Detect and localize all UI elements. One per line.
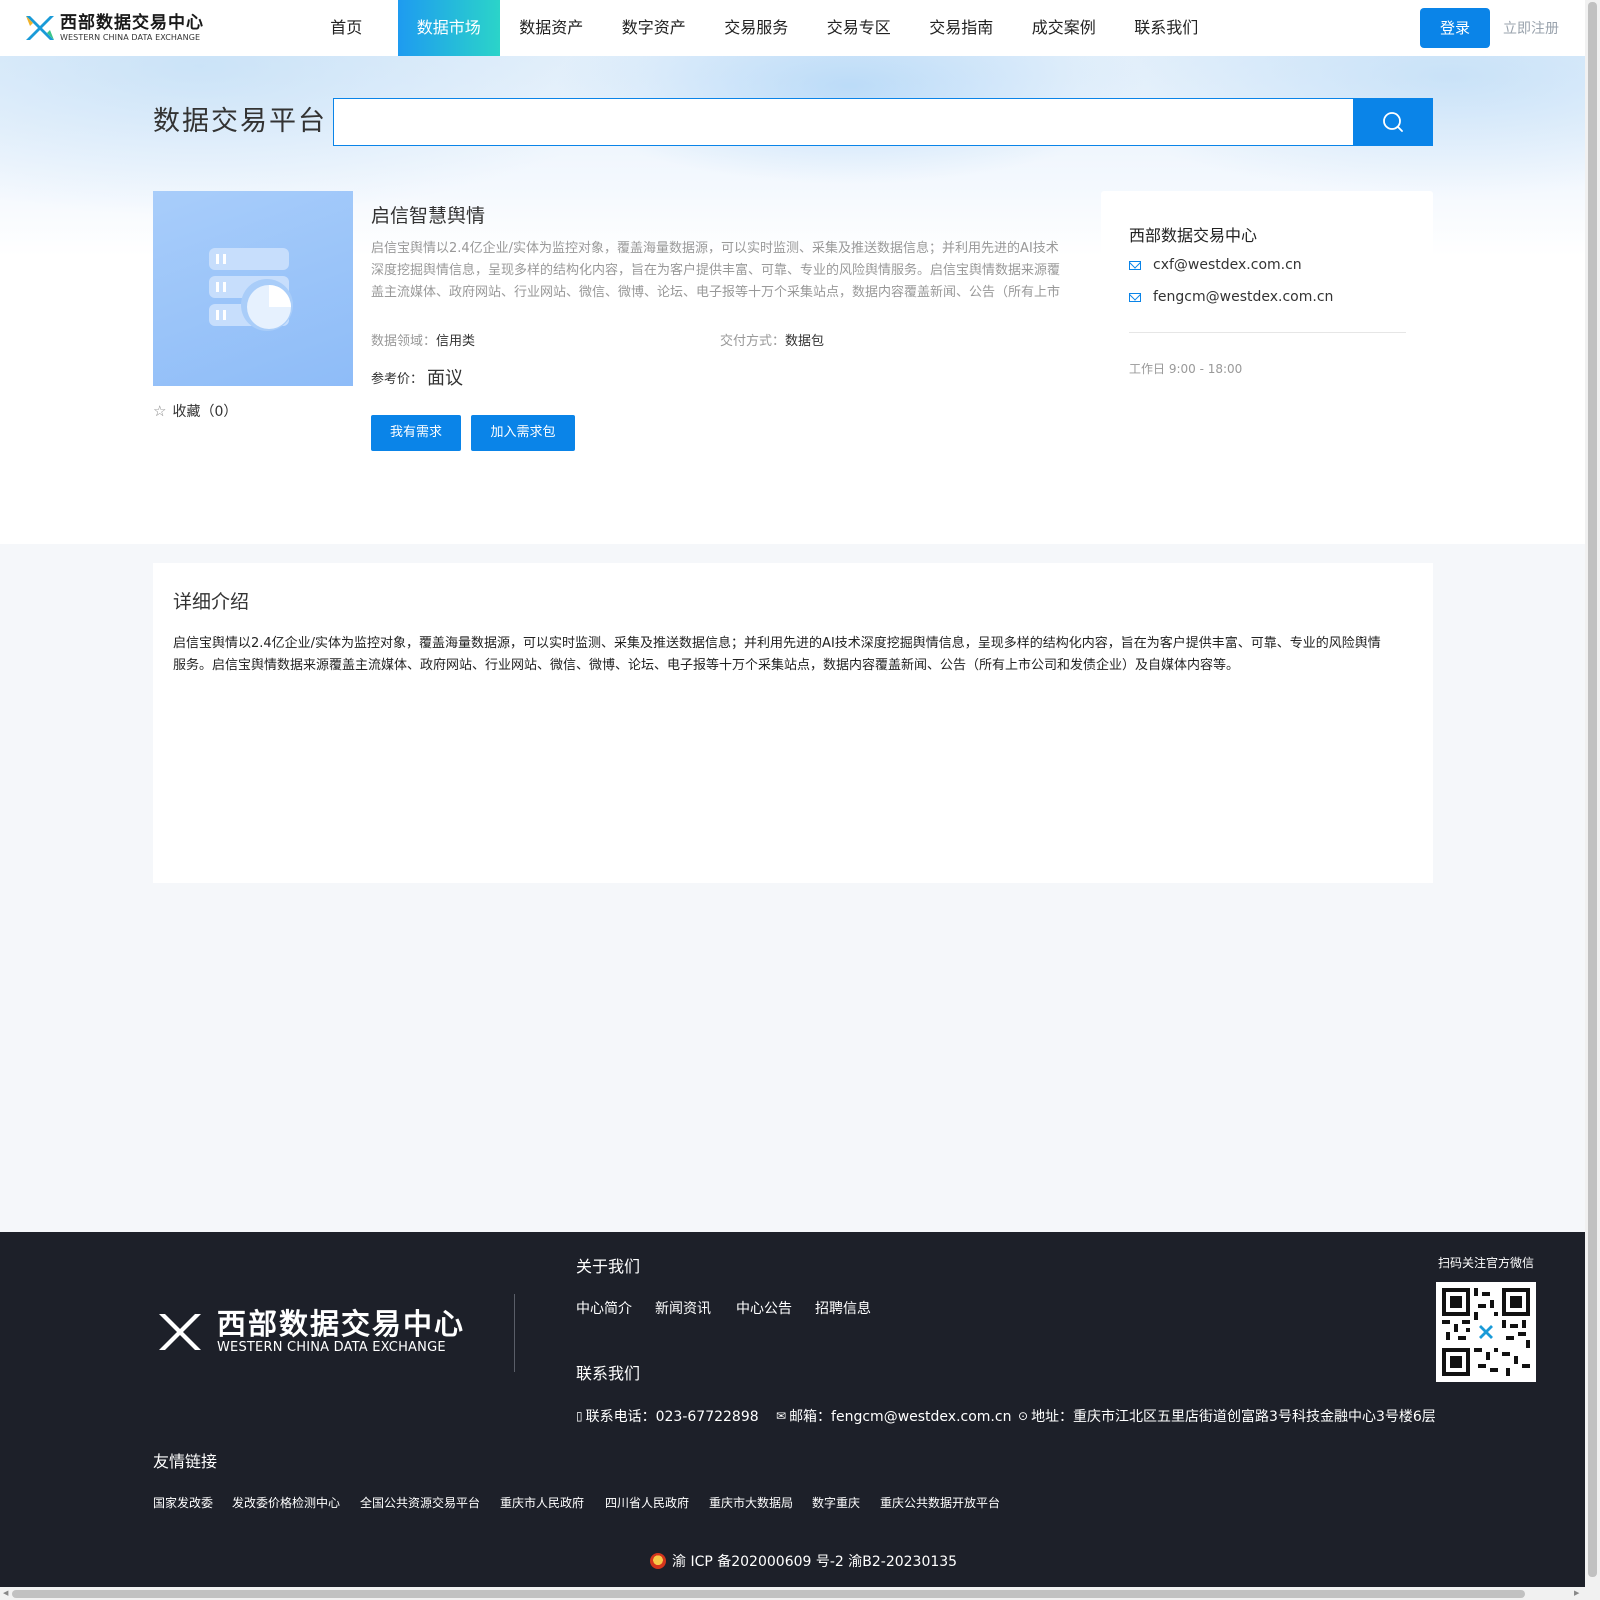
search-icon [1383, 112, 1403, 132]
friend-link-sichuan-gov[interactable]: 四川省人民政府 [605, 1494, 689, 1511]
main-nav: 首页 数据市场 数据资产 数字资产 交易服务 交易专区 交易指南 成交案例 联系… [295, 0, 1218, 56]
icp-text: 渝 ICP 备202000609 号-2 渝B2-20230135 [672, 1554, 958, 1570]
friend-link-chongqing-gov[interactable]: 重庆市人民政府 [500, 1494, 584, 1511]
detail-body: 启信宝舆情以2.4亿企业/实体为监控对象，覆盖海量数据源，可以实时监测、采集及推… [173, 636, 1381, 673]
nav-trade-zone[interactable]: 交易专区 [808, 0, 911, 56]
delivery-method: 交付方式：数据包 [720, 330, 824, 349]
nav-data-assets[interactable]: 数据资产 [500, 0, 603, 56]
footer-address-text: 地址：重庆市江北区五里店街道创富路3号科技金融中心3号楼6层 [1031, 1409, 1436, 1425]
demand-button[interactable]: 我有需求 [371, 415, 461, 451]
friend-link-price-monitor[interactable]: 发改委价格检测中心 [232, 1494, 340, 1511]
product-title: 启信智慧舆情 [371, 205, 486, 227]
nav-cases[interactable]: 成交案例 [1013, 0, 1116, 56]
mail-icon: ✉ [776, 1409, 787, 1423]
product-description: 启信宝舆情以2.4亿企业/实体为监控对象，覆盖海量数据源，可以实时监测、采集及推… [371, 241, 1061, 300]
about-heading: 关于我们 [576, 1257, 641, 1276]
price-value: 面议 [427, 368, 463, 389]
star-icon: ☆ [153, 402, 167, 420]
contact-card: 西部数据交易中心 cxf@westdex.com.cn fengcm@westd… [1101, 191, 1433, 438]
police-badge-icon [650, 1553, 666, 1569]
footer-link-notices[interactable]: 中心公告 [736, 1298, 792, 1318]
data-domain-label: 数据领域： [371, 334, 437, 349]
friend-link-digital-chongqing[interactable]: 数字重庆 [812, 1494, 860, 1511]
detail-title: 详细介绍 [173, 591, 250, 613]
icp-record[interactable]: 渝 ICP 备202000609 号-2 渝B2-20230135 [650, 1551, 957, 1571]
add-demand-package-button[interactable]: 加入需求包 [471, 415, 575, 451]
footer-link-news[interactable]: 新闻资讯 [655, 1298, 711, 1318]
footer-address: ⊙ 地址：重庆市江北区五里店街道创富路3号科技金融中心3号楼6层 [1018, 1406, 1436, 1426]
footer-logo: 西部数据交易中心 WESTERN CHINA DATA EXCHANGE [153, 1308, 465, 1356]
logo-mark-icon [159, 1314, 201, 1350]
search-button[interactable] [1353, 98, 1433, 146]
logo-mark-icon [26, 16, 54, 40]
favorite-label: 收藏（0） [172, 404, 238, 420]
qr-label: 扫码关注官方微信 [1438, 1256, 1535, 1270]
friend-link-public-resource[interactable]: 全国公共资源交易平台 [360, 1494, 480, 1511]
price-label: 参考价： [371, 372, 424, 387]
footer-link-intro[interactable]: 中心简介 [576, 1298, 632, 1318]
footer: 西部数据交易中心 WESTERN CHINA DATA EXCHANGE 关于我… [0, 1232, 1585, 1587]
detail-section: 详细介绍 启信宝舆情以2.4亿企业/实体为监控对象，覆盖海量数据源，可以实时监测… [153, 563, 1433, 883]
friend-links-heading: 友情链接 [153, 1452, 218, 1471]
friend-link-open-data[interactable]: 重庆公共数据开放平台 [880, 1494, 1000, 1511]
logo-text-en: WESTERN CHINA DATA EXCHANGE [60, 33, 201, 42]
footer-logo-cn: 西部数据交易中心 [217, 1307, 466, 1341]
qr-code-icon [1442, 1288, 1530, 1376]
nav-trade-services[interactable]: 交易服务 [705, 0, 808, 56]
scroll-right-icon[interactable]: ▶ [1574, 1589, 1579, 1597]
contact-email-1-text: cxf@westdex.com.cn [1153, 257, 1302, 273]
platform-title: 数据交易平台 [153, 106, 327, 137]
nav-trade-guide[interactable]: 交易指南 [910, 0, 1013, 56]
database-chart-icon [209, 248, 293, 331]
site-logo[interactable]: 西部数据交易中心 WESTERN CHINA DATA EXCHANGE [24, 12, 204, 44]
contact-email-1[interactable]: cxf@westdex.com.cn [1129, 257, 1302, 273]
contact-heading: 联系我们 [576, 1364, 641, 1383]
contact-divider [1129, 332, 1406, 333]
top-header: 西部数据交易中心 WESTERN CHINA DATA EXCHANGE 首页 … [0, 0, 1585, 56]
footer-email-text: 邮箱：fengcm@westdex.com.cn [789, 1409, 1012, 1425]
nav-data-market[interactable]: 数据市场 [397, 0, 500, 56]
favorite-button[interactable]: ☆ 收藏（0） [153, 401, 237, 421]
wechat-qr-code [1436, 1282, 1536, 1382]
mail-icon [1129, 292, 1141, 302]
contact-email-2[interactable]: fengcm@westdex.com.cn [1129, 289, 1333, 305]
footer-phone-text: 联系电话：023-67722898 [585, 1409, 759, 1425]
data-domain: 数据领域：信用类 [371, 330, 475, 349]
scroll-left-icon[interactable]: ◀ [3, 1589, 8, 1597]
friend-link-bigdata-bureau[interactable]: 重庆市大数据局 [709, 1494, 793, 1511]
vertical-scroll-thumb[interactable] [1588, 2, 1597, 1577]
friend-link-ndrc[interactable]: 国家发改委 [153, 1494, 213, 1511]
nav-home[interactable]: 首页 [295, 0, 398, 56]
horizontal-scrollbar[interactable]: ◀ ▶ [0, 1587, 1585, 1600]
horizontal-scroll-thumb[interactable] [12, 1590, 1525, 1598]
nav-digital-assets[interactable]: 数字资产 [603, 0, 706, 56]
work-hours: 工作日 9:00 - 18:00 [1129, 362, 1243, 376]
delivery-label: 交付方式： [720, 334, 786, 349]
login-button[interactable]: 登录 [1420, 8, 1490, 48]
logo-text-cn: 西部数据交易中心 [60, 13, 204, 33]
footer-phone: ▯ 联系电话：023-67722898 [576, 1406, 759, 1426]
data-domain-value: 信用类 [436, 334, 476, 349]
search-input[interactable] [333, 98, 1354, 146]
mail-icon [1129, 260, 1141, 270]
phone-icon: ▯ [576, 1409, 583, 1423]
footer-link-jobs[interactable]: 招聘信息 [815, 1298, 871, 1318]
footer-divider [514, 1294, 515, 1372]
register-link[interactable]: 立即注册 [1503, 18, 1559, 38]
vertical-scrollbar[interactable] [1585, 0, 1600, 1600]
contact-email-2-text: fengcm@westdex.com.cn [1153, 289, 1334, 305]
location-pin-icon: ⊙ [1018, 1409, 1029, 1423]
footer-email: ✉ 邮箱：fengcm@westdex.com.cn [776, 1406, 1011, 1426]
footer-logo-en: WESTERN CHINA DATA EXCHANGE [217, 1340, 446, 1355]
delivery-value: 数据包 [785, 334, 825, 349]
nav-contact[interactable]: 联系我们 [1115, 0, 1218, 56]
contact-card-title: 西部数据交易中心 [1129, 226, 1258, 245]
product-image [153, 191, 353, 386]
